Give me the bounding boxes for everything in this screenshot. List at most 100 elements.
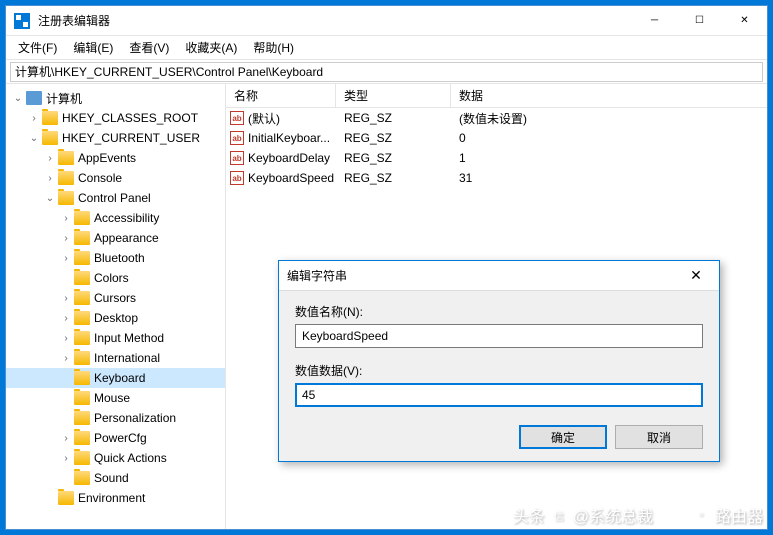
reg-string-icon: ab — [230, 151, 244, 165]
tree-label: HKEY_CLASSES_ROOT — [62, 111, 198, 125]
titlebar: 注册表编辑器 ─ ☐ ✕ — [6, 6, 767, 36]
folder-icon — [74, 311, 90, 325]
tree-appevents[interactable]: ›AppEvents — [6, 148, 225, 168]
menu-help[interactable]: 帮助(H) — [245, 36, 302, 59]
tree-controlpanel[interactable]: ⌄Control Panel — [6, 188, 225, 208]
expander-icon[interactable]: › — [26, 113, 42, 124]
tree-label: Bluetooth — [94, 251, 145, 265]
expander-icon[interactable]: › — [58, 213, 74, 224]
expander-icon[interactable]: › — [42, 173, 58, 184]
value-type-text: REG_SZ — [336, 171, 451, 185]
tree-mouse[interactable]: Mouse — [6, 388, 225, 408]
tree-hkcu[interactable]: ⌄HKEY_CURRENT_USER — [6, 128, 225, 148]
maximize-button[interactable]: ☐ — [677, 6, 722, 36]
cancel-button[interactable]: 取消 — [615, 425, 703, 449]
expander-icon[interactable]: › — [58, 313, 74, 324]
ok-button[interactable]: 确定 — [519, 425, 607, 449]
dialog-titlebar: 编辑字符串 ✕ — [279, 261, 719, 291]
tree-console[interactable]: › Console — [6, 168, 225, 188]
close-button[interactable]: ✕ — [722, 6, 767, 36]
tree-sound[interactable]: Sound — [6, 468, 225, 488]
tree-root[interactable]: ⌄计算机 — [6, 88, 225, 108]
value-type-text: REG_SZ — [336, 131, 451, 145]
address-input[interactable] — [10, 62, 763, 82]
menubar: 文件(F) 编辑(E) 查看(V) 收藏夹(A) 帮助(H) — [6, 36, 767, 60]
value-name-input[interactable] — [295, 324, 703, 348]
expander-icon[interactable]: › — [58, 353, 74, 364]
value-data-text: 31 — [451, 171, 767, 185]
folder-icon — [74, 431, 90, 445]
folder-icon — [74, 231, 90, 245]
expander-icon[interactable]: › — [58, 453, 74, 464]
tree-label: Accessibility — [94, 211, 159, 225]
watermark-icon: 信 — [549, 505, 569, 525]
tree-international[interactable]: ›International — [6, 348, 225, 368]
value-row[interactable]: abInitialKeyboar... REG_SZ 0 — [226, 128, 767, 148]
tree-panel[interactable]: ⌄计算机 › HKEY_CLASSES_ROOT ⌄HKEY_CURRENT_US… — [6, 84, 226, 529]
minimize-button[interactable]: ─ — [632, 6, 677, 36]
value-data-text: (数值未设置) — [451, 110, 767, 127]
expander-icon[interactable]: › — [58, 433, 74, 444]
tree-powercfg[interactable]: ›PowerCfg — [6, 428, 225, 448]
value-row[interactable]: ab KeyboardSpeed REG_SZ 31 — [226, 168, 767, 188]
expander-icon[interactable]: ⌄ — [26, 133, 42, 144]
column-data[interactable]: 数据 — [451, 84, 767, 107]
value-name-label: 数值名称(N): — [295, 303, 703, 320]
menu-view[interactable]: 查看(V) — [121, 36, 177, 59]
tree-label: Colors — [94, 271, 129, 285]
tree-appearance[interactable]: › Appearance — [6, 228, 225, 248]
folder-icon — [74, 371, 90, 385]
edit-string-dialog: 编辑字符串 ✕ 数值名称(N): 数值数据(V): 确定 取消 — [278, 260, 720, 462]
tree-colors[interactable]: Colors — [6, 268, 225, 288]
value-data-text: 0 — [451, 131, 767, 145]
expander-icon[interactable]: › — [58, 293, 74, 304]
value-row[interactable]: abKeyboardDelay REG_SZ 1 — [226, 148, 767, 168]
tree-personalization[interactable]: Personalization — [6, 408, 225, 428]
value-data-input[interactable] — [295, 383, 703, 407]
expander-icon[interactable]: ⌄ — [10, 93, 26, 104]
reg-string-icon: ab — [230, 171, 244, 185]
folder-icon — [58, 151, 74, 165]
expander-icon[interactable]: › — [58, 333, 74, 344]
expander-icon[interactable]: ⌄ — [42, 193, 58, 204]
tree-hkcr[interactable]: › HKEY_CLASSES_ROOT — [6, 108, 225, 128]
value-data-text: 1 — [451, 151, 767, 165]
tree-environment[interactable]: Environment — [6, 488, 225, 508]
tree-inputmethod[interactable]: ›Input Method — [6, 328, 225, 348]
menu-edit[interactable]: 编辑(E) — [65, 36, 121, 59]
value-row[interactable]: ab(默认) REG_SZ (数值未设置) — [226, 108, 767, 128]
value-type-text: REG_SZ — [336, 151, 451, 165]
tree-quickactions[interactable]: ›Quick Actions — [6, 448, 225, 468]
folder-icon — [74, 451, 90, 465]
menu-favorites[interactable]: 收藏夹(A) — [177, 36, 245, 59]
folder-icon — [74, 291, 90, 305]
expander-icon[interactable]: › — [42, 153, 58, 164]
menu-file[interactable]: 文件(F) — [10, 36, 65, 59]
column-type[interactable]: 类型 — [336, 84, 451, 107]
tree-bluetooth[interactable]: › Bluetooth — [6, 248, 225, 268]
reg-string-icon: ab — [230, 111, 244, 125]
addressbar — [6, 60, 767, 84]
tree-desktop[interactable]: ›Desktop — [6, 308, 225, 328]
value-name-text: (默认) — [248, 110, 280, 127]
dialog-title: 编辑字符串 — [287, 267, 681, 284]
tree-label: Appearance — [94, 231, 159, 245]
expander-icon[interactable]: › — [58, 253, 74, 264]
tree-keyboard[interactable]: Keyboard — [6, 368, 225, 388]
folder-icon — [74, 271, 90, 285]
folder-icon — [74, 331, 90, 345]
expander-icon[interactable]: › — [58, 233, 74, 244]
value-name-text: KeyboardSpeed — [248, 171, 334, 185]
folder-icon — [58, 491, 74, 505]
tree-label: Console — [78, 171, 122, 185]
app-icon — [14, 13, 30, 29]
folder-icon — [74, 411, 90, 425]
tree-accessibility[interactable]: › Accessibility — [6, 208, 225, 228]
tree-cursors[interactable]: ›Cursors — [6, 288, 225, 308]
folder-icon — [58, 191, 74, 205]
dialog-close-button[interactable]: ✕ — [681, 267, 711, 284]
column-name[interactable]: 名称 — [226, 84, 336, 107]
window-title: 注册表编辑器 — [38, 12, 632, 29]
watermark-2: 头条 信 @系统总裁 — [513, 503, 653, 527]
window-controls: ─ ☐ ✕ — [632, 6, 767, 36]
